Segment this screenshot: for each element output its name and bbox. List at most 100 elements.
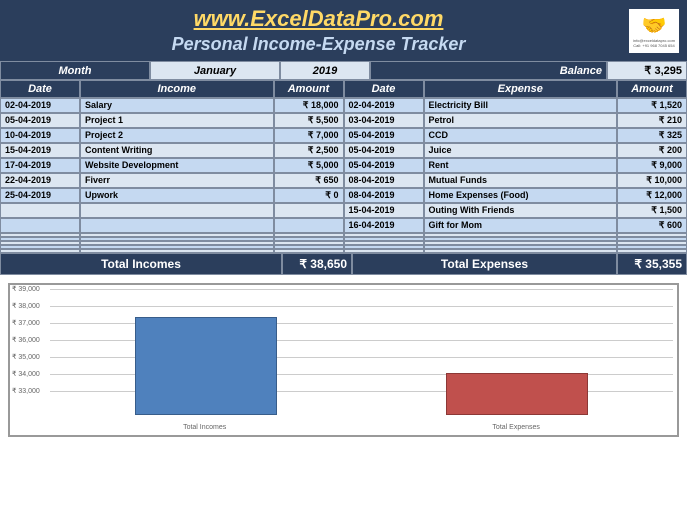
month-value[interactable]: January [150,61,280,80]
cell-expense-amount[interactable]: ₹ 325 [617,128,687,143]
y-tick: ₹ 33,000 [12,387,40,395]
cell-income-date[interactable]: 02-04-2019 [0,98,80,113]
year-value[interactable]: 2019 [280,61,370,80]
y-tick: ₹ 37,000 [12,319,40,327]
total-expense-label: Total Expenses [352,253,617,275]
cell-income-date[interactable]: 05-04-2019 [0,113,80,128]
chart: ₹ 33,000 ₹ 34,000 ₹ 35,000 ₹ 36,000 ₹ 37,000… [8,283,679,437]
site-title: www.ExcelDataPro.com [8,6,629,32]
cell-income-date[interactable]: 10-04-2019 [0,128,80,143]
th-expense-date: Date [344,80,424,98]
cell-expense-desc[interactable]: Gift for Mom [424,218,618,233]
total-expense-value: ₹ 35,355 [617,253,687,275]
cell-expense-desc[interactable]: CCD [424,128,618,143]
cell-income-desc[interactable]: Salary [80,98,274,113]
table-row[interactable]: 25-04-2019Upwork₹ 008-04-2019Home Expens… [0,188,687,203]
bar-income [135,317,277,415]
cell-income-amount[interactable]: ₹ 7,000 [274,128,344,143]
balance-value: ₹ 3,295 [607,61,687,80]
cell-expense-date[interactable]: 05-04-2019 [344,158,424,173]
y-tick: ₹ 38,000 [12,302,40,310]
cell-income-date[interactable]: 25-04-2019 [0,188,80,203]
total-income-label: Total Incomes [0,253,282,275]
th-expense-desc: Expense [424,80,618,98]
cell-income-desc[interactable]: Fiverr [80,173,274,188]
cell-income-amount[interactable]: ₹ 5,000 [274,158,344,173]
cell-income-amount[interactable]: ₹ 0 [274,188,344,203]
cell-expense-date[interactable]: 16-04-2019 [344,218,424,233]
x-label-expense: Total Expenses [492,424,539,431]
th-income-desc: Income [80,80,274,98]
y-tick: ₹ 39,000 [12,285,40,293]
cell-expense-desc[interactable]: Electricity Bill [424,98,618,113]
chart-x-labels: Total Incomes Total Expenses [50,424,673,431]
cell-expense-date[interactable]: 05-04-2019 [344,143,424,158]
th-income-date: Date [0,80,80,98]
cell-expense-desc[interactable]: Mutual Funds [424,173,618,188]
cell-income-desc[interactable]: Project 1 [80,113,274,128]
cell-expense-amount[interactable]: ₹ 210 [617,113,687,128]
period-row: Month January 2019 Balance ₹ 3,295 [0,61,687,80]
logo: 🤝 info@exceldatapro.com Call: +91 968 70… [629,9,679,53]
cell-expense-desc[interactable]: Petrol [424,113,618,128]
cell-income-desc[interactable]: Content Writing [80,143,274,158]
data-rows: 02-04-2019Salary₹ 18,00002-04-2019Electr… [0,98,687,253]
cell-expense-date[interactable]: 02-04-2019 [344,98,424,113]
cell-expense-amount[interactable]: ₹ 200 [617,143,687,158]
table-row[interactable]: 05-04-2019Project 1₹ 5,50003-04-2019Petr… [0,113,687,128]
cell-income-date[interactable]: 17-04-2019 [0,158,80,173]
cell-income-desc[interactable]: Upwork [80,188,274,203]
table-row[interactable]: 15-04-2019Content Writing₹ 2,50005-04-20… [0,143,687,158]
table-row[interactable]: 02-04-2019Salary₹ 18,00002-04-2019Electr… [0,98,687,113]
cell-income-amount[interactable]: ₹ 2,500 [274,143,344,158]
th-income-amount: Amount [274,80,344,98]
cell-income-date[interactable] [0,203,80,218]
cell-income-amount[interactable] [274,203,344,218]
cell-income-desc[interactable]: Project 2 [80,128,274,143]
balance-label: Balance [370,61,607,80]
cell-income-desc[interactable] [80,218,274,233]
y-tick: ₹ 36,000 [12,336,40,344]
totals-row: Total Incomes ₹ 38,650 Total Expenses ₹ … [0,253,687,275]
table-row[interactable]: 17-04-2019Website Development₹ 5,00005-0… [0,158,687,173]
month-label: Month [0,61,150,80]
y-tick: ₹ 34,000 [12,370,40,378]
th-expense-amount: Amount [617,80,687,98]
cell-income-desc[interactable] [80,203,274,218]
cell-expense-desc[interactable]: Juice [424,143,618,158]
cell-expense-desc[interactable]: Outing With Friends [424,203,618,218]
total-income-value: ₹ 38,650 [282,253,352,275]
cell-income-amount[interactable]: ₹ 5,500 [274,113,344,128]
column-headers: Date Income Amount Date Expense Amount [0,80,687,98]
cell-expense-amount[interactable]: ₹ 9,000 [617,158,687,173]
cell-income-desc[interactable]: Website Development [80,158,274,173]
bar-expense [446,373,588,415]
header-text: www.ExcelDataPro.com Personal Income-Exp… [8,6,629,55]
cell-expense-date[interactable]: 08-04-2019 [344,188,424,203]
table-row[interactable]: 22-04-2019Fiverr₹ 65008-04-2019Mutual Fu… [0,173,687,188]
x-label-income: Total Incomes [183,424,226,431]
table-row[interactable]: 16-04-2019Gift for Mom₹ 600 [0,218,687,233]
cell-expense-amount[interactable]: ₹ 1,520 [617,98,687,113]
y-tick: ₹ 35,000 [12,353,40,361]
cell-income-amount[interactable] [274,218,344,233]
cell-income-amount[interactable]: ₹ 650 [274,173,344,188]
cell-expense-date[interactable]: 03-04-2019 [344,113,424,128]
logo-phone: Call: +91 968 7045 654 [633,43,674,48]
cell-expense-date[interactable]: 08-04-2019 [344,173,424,188]
cell-expense-amount[interactable]: ₹ 10,000 [617,173,687,188]
table-row[interactable]: 15-04-2019Outing With Friends₹ 1,500 [0,203,687,218]
header: www.ExcelDataPro.com Personal Income-Exp… [0,0,687,61]
cell-income-date[interactable]: 15-04-2019 [0,143,80,158]
cell-income-amount[interactable]: ₹ 18,000 [274,98,344,113]
cell-expense-desc[interactable]: Rent [424,158,618,173]
cell-expense-amount[interactable]: ₹ 600 [617,218,687,233]
table-row[interactable]: 10-04-2019Project 2₹ 7,00005-04-2019CCD₹… [0,128,687,143]
cell-expense-date[interactable]: 05-04-2019 [344,128,424,143]
cell-income-date[interactable]: 22-04-2019 [0,173,80,188]
cell-expense-amount[interactable]: ₹ 12,000 [617,188,687,203]
cell-expense-date[interactable]: 15-04-2019 [344,203,424,218]
cell-expense-amount[interactable]: ₹ 1,500 [617,203,687,218]
cell-expense-desc[interactable]: Home Expenses (Food) [424,188,618,203]
cell-income-date[interactable] [0,218,80,233]
